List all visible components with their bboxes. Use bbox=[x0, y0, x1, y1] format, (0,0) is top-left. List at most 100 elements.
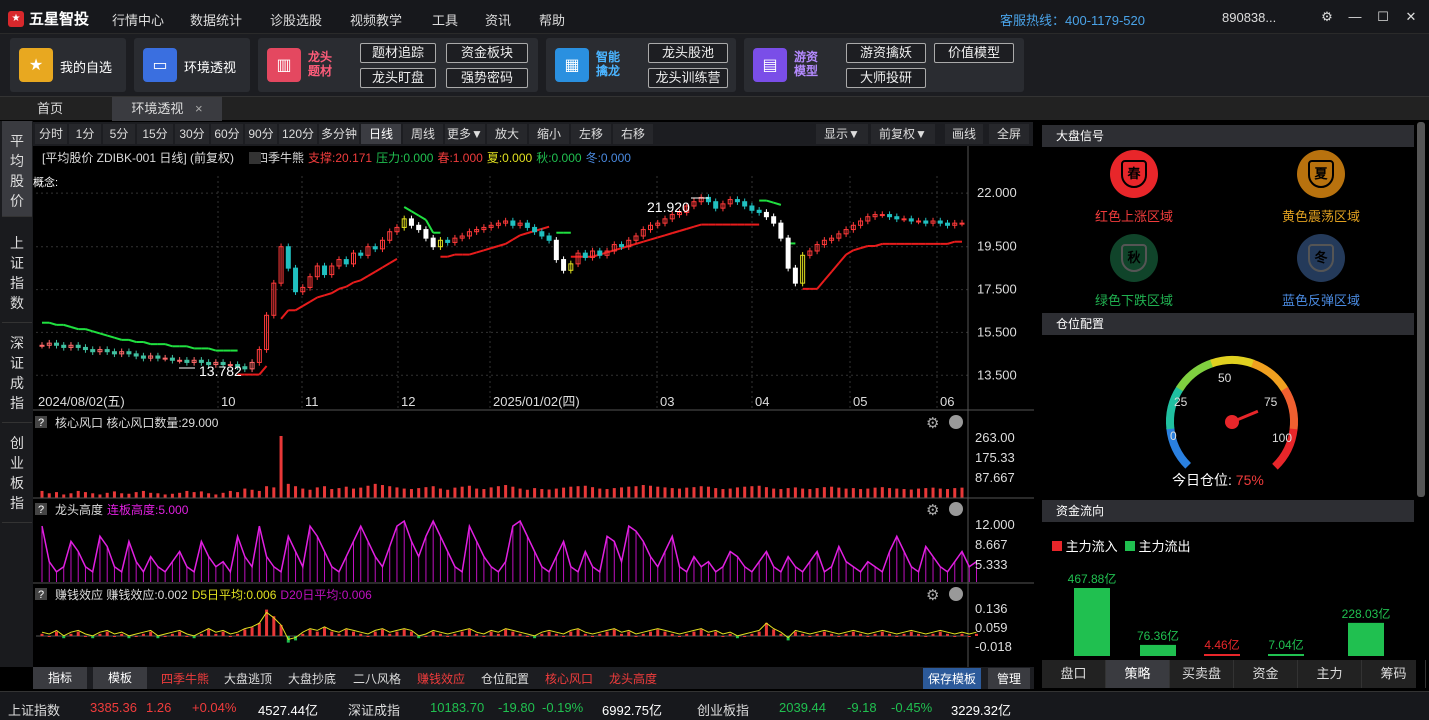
right-tab-2[interactable]: 买卖盘 bbox=[1170, 660, 1234, 688]
right-tab-1[interactable]: 策略 bbox=[1106, 660, 1170, 688]
p3-bar bbox=[120, 633, 124, 636]
candle bbox=[343, 259, 349, 265]
value-model-button[interactable]: 价值模型 bbox=[934, 43, 1014, 63]
p1-bar bbox=[323, 486, 327, 498]
main-chart[interactable]: [平均股价 ZDIBK-001 日线] (前复权) 四季牛熊 支撑:20.171 压力… bbox=[33, 146, 1034, 667]
right-scrollbar[interactable] bbox=[1417, 122, 1425, 497]
menu-item-6[interactable]: 帮助 bbox=[539, 10, 565, 29]
period-15[interactable]: 右移 bbox=[613, 124, 653, 144]
menu-item-1[interactable]: 数据统计 bbox=[190, 10, 242, 29]
right-tab-5[interactable]: 筹码 bbox=[1362, 660, 1426, 688]
theme-tracking-button[interactable]: 题材追踪 bbox=[360, 43, 436, 63]
status-name-1[interactable]: 深证成指 bbox=[348, 700, 400, 719]
p3-bar bbox=[453, 633, 457, 636]
indicator-tab-2[interactable]: 四季牛熊 bbox=[161, 670, 209, 687]
candle bbox=[908, 218, 914, 222]
period-9[interactable]: 日线 bbox=[361, 124, 401, 144]
panel-settings-gear-icon[interactable]: ⚙ bbox=[926, 587, 939, 604]
indicator-tab-6[interactable]: 赚钱效应 bbox=[417, 670, 465, 687]
period-4[interactable]: 30分 bbox=[175, 124, 209, 144]
master-research-button[interactable]: 大师投研 bbox=[846, 68, 926, 88]
period-8[interactable]: 多分钟 bbox=[319, 124, 359, 144]
hot-money-button[interactable]: 游资擒妖 bbox=[846, 43, 926, 63]
candle bbox=[561, 259, 567, 271]
p1-bar bbox=[127, 493, 131, 498]
p3-bar bbox=[663, 631, 667, 636]
period-11[interactable]: 更多▼ bbox=[445, 124, 485, 144]
panel-settings-gear-icon[interactable]: ⚙ bbox=[926, 415, 939, 432]
fund-sector-button[interactable]: 资金板块 bbox=[446, 43, 528, 63]
p3-bar bbox=[888, 633, 892, 636]
period-10[interactable]: 周线 bbox=[403, 124, 443, 144]
tab-environment[interactable]: 环境透视 × bbox=[112, 97, 222, 121]
account-id[interactable]: 890838... bbox=[1222, 10, 1276, 25]
sidebar-item-1[interactable]: 上证指数 bbox=[2, 223, 32, 323]
tab-close-icon[interactable]: × bbox=[195, 101, 203, 116]
menu-item-3[interactable]: 视频教学 bbox=[350, 10, 402, 29]
panel-close-icon[interactable] bbox=[949, 587, 963, 601]
status-name-2[interactable]: 创业板指 bbox=[697, 700, 749, 719]
indicator-tab-7[interactable]: 仓位配置 bbox=[481, 670, 529, 687]
period-7[interactable]: 120分 bbox=[279, 124, 317, 144]
right-tab-4[interactable]: 主力 bbox=[1298, 660, 1362, 688]
right-tab-0[interactable]: 盘口 bbox=[1042, 660, 1106, 688]
strength-code-button[interactable]: 强势密码 bbox=[446, 68, 528, 88]
indicator-tab-4[interactable]: 大盘抄底 bbox=[288, 670, 336, 687]
menu-item-5[interactable]: 资讯 bbox=[485, 10, 511, 29]
menu-item-2[interactable]: 诊股选股 bbox=[270, 10, 322, 29]
indicator-tab-9[interactable]: 龙头高度 bbox=[609, 670, 657, 687]
candle bbox=[742, 201, 748, 207]
p3-bar bbox=[714, 631, 718, 636]
right-tab-3[interactable]: 资金 bbox=[1234, 660, 1298, 688]
period-16[interactable]: 显示▼ bbox=[816, 124, 868, 144]
period-5[interactable]: 60分 bbox=[211, 124, 243, 144]
period-14[interactable]: 左移 bbox=[571, 124, 611, 144]
period-6[interactable]: 90分 bbox=[245, 124, 277, 144]
panel-close-icon[interactable] bbox=[949, 415, 963, 429]
panel-settings-gear-icon[interactable]: ⚙ bbox=[926, 502, 939, 519]
period-19[interactable]: 全屏 bbox=[989, 124, 1029, 144]
p3-bar bbox=[98, 633, 102, 636]
indicator-tab-1[interactable]: 模板 bbox=[93, 667, 147, 689]
settings-gear-icon[interactable]: ⚙ bbox=[1318, 8, 1336, 26]
indicator-tab-0[interactable]: 指标 bbox=[33, 667, 87, 689]
period-2[interactable]: 5分 bbox=[103, 124, 135, 144]
favorites-button[interactable]: ★ 我的自选 bbox=[10, 38, 126, 92]
panel-help-mark: ? bbox=[38, 504, 44, 516]
sidebar-item-0[interactable]: 平均股价 bbox=[2, 121, 32, 217]
p3-bar bbox=[323, 627, 327, 636]
period-17[interactable]: 前复权▼ bbox=[871, 124, 935, 144]
leader-watch-button[interactable]: 龙头盯盘 bbox=[360, 68, 436, 88]
period-0[interactable]: 分时 bbox=[35, 124, 67, 144]
save-template-button[interactable]: 保存模板 bbox=[923, 668, 982, 689]
manage-button[interactable]: 管理 bbox=[988, 668, 1031, 689]
p1-bar bbox=[511, 486, 515, 498]
candle bbox=[619, 244, 625, 248]
p3-bar bbox=[91, 636, 95, 639]
tab-home[interactable]: 首页 bbox=[0, 97, 100, 121]
status-name-0[interactable]: 上证指数 bbox=[8, 700, 60, 719]
close-icon[interactable]: ✕ bbox=[1402, 8, 1420, 26]
leader-pool-button[interactable]: 龙头股池 bbox=[648, 43, 728, 63]
panel-close-icon[interactable] bbox=[949, 502, 963, 516]
period-1[interactable]: 1分 bbox=[69, 124, 101, 144]
environment-button[interactable]: ▭ 环境透视 bbox=[134, 38, 250, 92]
period-12[interactable]: 放大 bbox=[487, 124, 527, 144]
sidebar-item-2[interactable]: 深证成指 bbox=[2, 323, 32, 423]
indicator-tab-8[interactable]: 核心风口 bbox=[545, 670, 593, 687]
p1-bar bbox=[591, 487, 595, 498]
indicator-tab-3[interactable]: 大盘逃顶 bbox=[224, 670, 272, 687]
menu-item-4[interactable]: 工具 bbox=[432, 10, 458, 29]
help-icon[interactable] bbox=[249, 152, 261, 164]
minimize-icon[interactable]: — bbox=[1346, 8, 1364, 26]
period-13[interactable]: 缩小 bbox=[529, 124, 569, 144]
indicator-tab-5[interactable]: 二八风格 bbox=[353, 670, 401, 687]
period-18[interactable]: 画线 bbox=[945, 124, 983, 144]
period-3[interactable]: 15分 bbox=[137, 124, 173, 144]
sidebar-item-3[interactable]: 创业板指 bbox=[2, 423, 32, 523]
maximize-icon[interactable]: ☐ bbox=[1374, 8, 1392, 26]
candle bbox=[169, 357, 175, 361]
menu-item-0[interactable]: 行情中心 bbox=[112, 10, 164, 29]
p1-bar bbox=[706, 486, 710, 498]
leader-training-button[interactable]: 龙头训练营 bbox=[648, 68, 728, 88]
